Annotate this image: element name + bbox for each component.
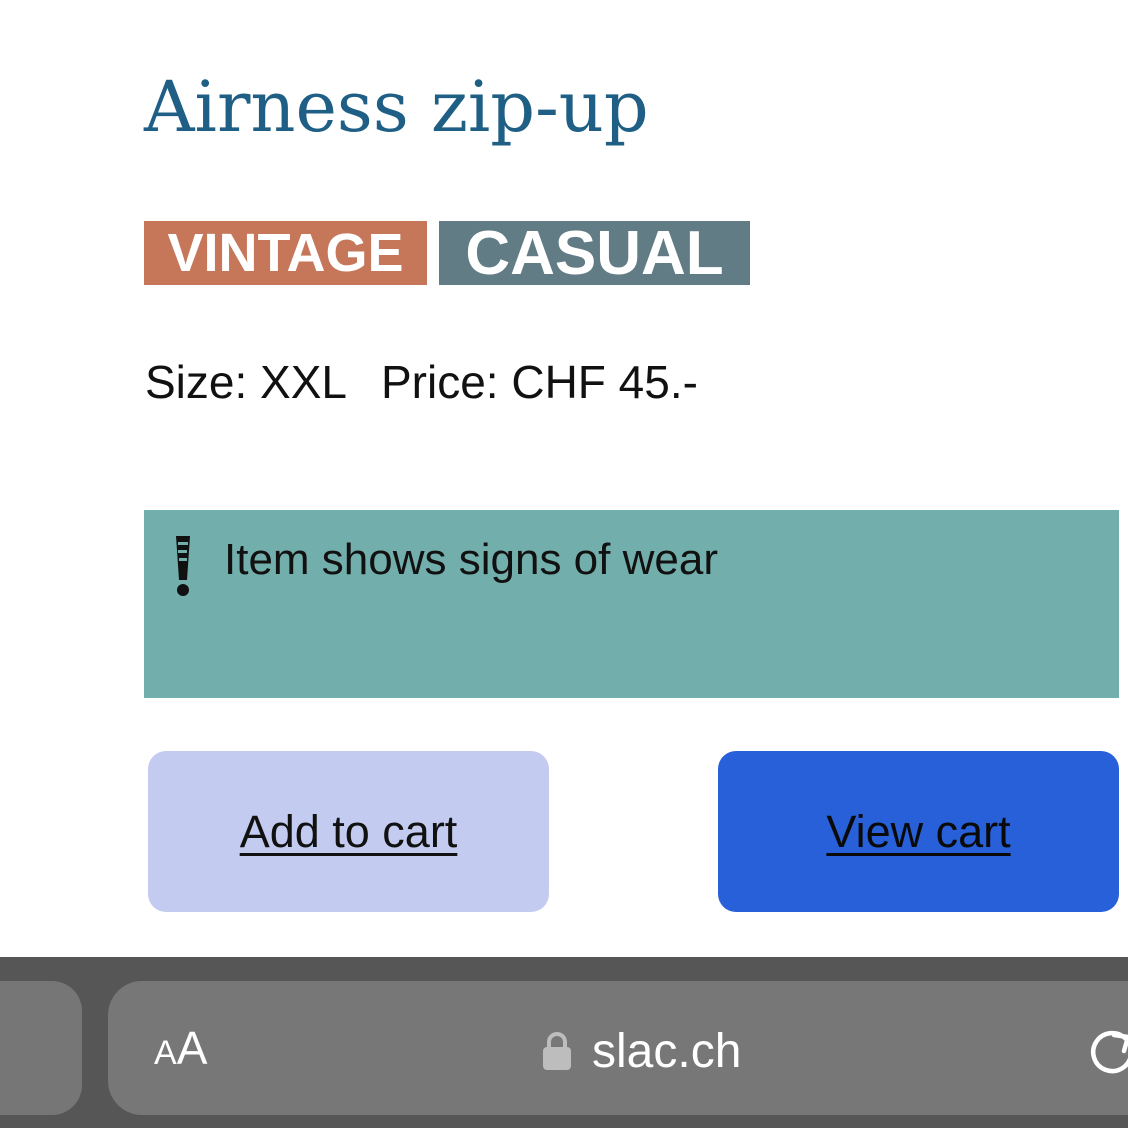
browser-toolbar: AA slac.ch — [0, 957, 1128, 1128]
text-size-small-glyph: A — [154, 1034, 177, 1072]
product-price: Price: CHF 45.- — [381, 356, 698, 408]
wear-notice: Item shows signs of wear — [144, 510, 1119, 698]
notice-text: Item shows signs of wear — [224, 535, 718, 584]
lock-icon — [543, 1032, 571, 1070]
product-title: Airness zip-up — [144, 66, 649, 148]
text-size-large-glyph: A — [176, 1022, 208, 1074]
tag-casual: CASUAL — [439, 219, 750, 288]
reload-icon[interactable] — [1086, 1025, 1128, 1077]
exclamation-icon — [176, 536, 190, 596]
url-text[interactable]: slac.ch — [592, 1024, 741, 1079]
url-display[interactable]: slac.ch — [542, 1021, 741, 1081]
add-to-cart-button[interactable]: Add to cart — [148, 751, 549, 912]
view-cart-label[interactable]: View cart — [826, 806, 1010, 858]
add-to-cart-label[interactable]: Add to cart — [240, 806, 458, 858]
view-cart-button[interactable]: View cart — [718, 751, 1119, 912]
address-bar[interactable]: AA slac.ch — [108, 981, 1128, 1115]
tag-vintage: VINTAGE — [144, 221, 427, 285]
previous-tab[interactable] — [0, 981, 82, 1115]
text-size-button[interactable]: AA — [154, 1023, 207, 1085]
product-meta: Size: XXL Price: CHF 45.- — [145, 352, 698, 412]
product-size: Size: XXL — [145, 356, 347, 408]
